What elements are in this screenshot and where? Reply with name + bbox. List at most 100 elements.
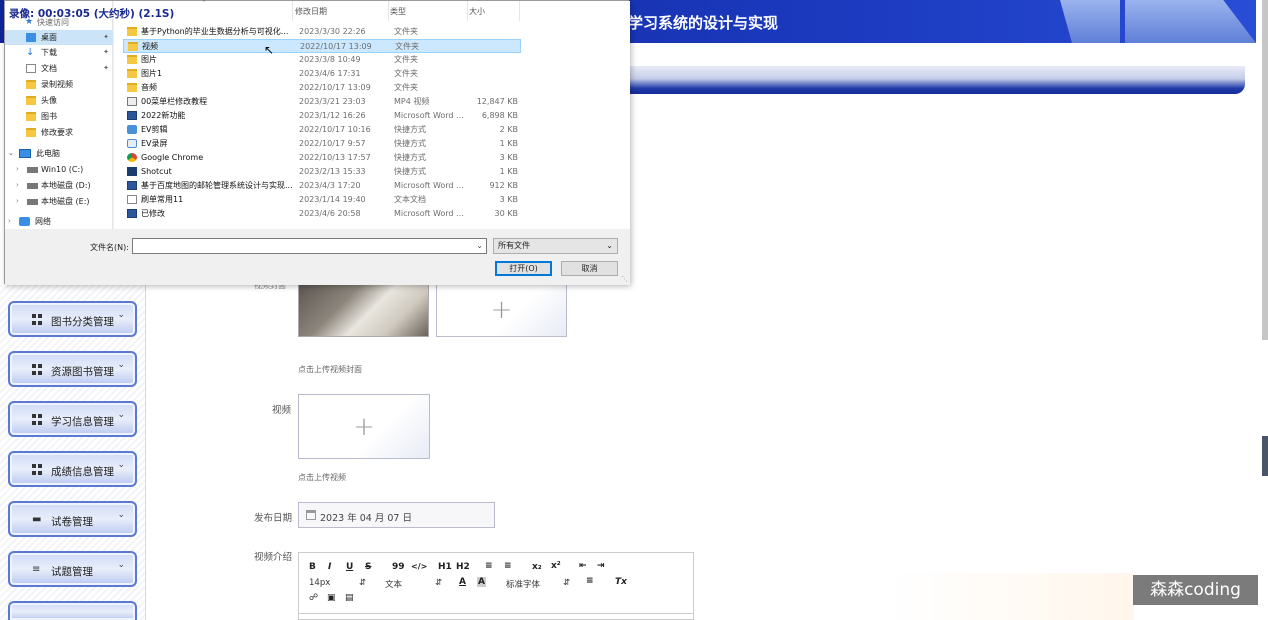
strike-button[interactable]: S (365, 562, 371, 572)
image-icon[interactable]: ▣ (327, 593, 336, 603)
sidebar-item-questions[interactable]: ≡ 试题管理 ⌄ (8, 551, 137, 587)
video-icon[interactable]: ▤ (345, 593, 354, 603)
file-row[interactable]: 00菜单栏修改教程 2023/3/21 23:03 MP4 视频 12,847 … (114, 95, 630, 109)
file-row[interactable]: Shotcut 2023/2/13 15:33 快捷方式 1 KB (114, 165, 630, 179)
cover-upload-box[interactable]: + (436, 282, 567, 337)
indent-increase-icon[interactable]: ⇥ (597, 561, 605, 571)
indent-decrease-icon[interactable]: ⇤ (579, 561, 587, 571)
code-button[interactable]: </> (411, 562, 427, 571)
video-upload-box[interactable]: + (298, 394, 430, 459)
file-row[interactable]: 图片1 2023/4/6 17:31 文件夹 (114, 67, 630, 81)
file-row[interactable]: 刷单常用11 2023/1/14 19:40 文本文档 3 KB (114, 193, 630, 207)
nav-item-books[interactable]: 图书 (5, 109, 113, 124)
file-date: 2022/10/13 17:57 (299, 153, 371, 162)
date-input[interactable]: 2023 年 04 月 07 日 (298, 502, 495, 528)
file-size: 912 KB (489, 181, 518, 190)
chevron-down-icon[interactable]: ⌄ (476, 241, 483, 250)
cover-upload-hint[interactable]: 点击上传视频封面 (298, 364, 362, 375)
page-scrollbar[interactable] (1262, 0, 1268, 340)
nav-network[interactable]: › 网络 (5, 214, 113, 229)
nav-item-downloads[interactable]: ↓ 下载 ✦ (5, 45, 113, 60)
column-date[interactable]: 修改日期 (295, 6, 327, 17)
file-row[interactable]: Google Chrome 2022/10/13 17:57 快捷方式 3 KB (114, 151, 630, 165)
nav-this-pc[interactable]: ⌄ 此电脑 (5, 146, 113, 161)
quote-button[interactable]: 99 (392, 562, 405, 572)
align-icon[interactable]: ≡ (586, 576, 594, 586)
italic-button[interactable]: I (328, 562, 331, 572)
underline-button[interactable]: U (346, 562, 353, 572)
font-color-button[interactable]: A (459, 577, 466, 587)
column-separator[interactable] (388, 1, 389, 21)
open-button[interactable]: 打开(O) (495, 261, 552, 276)
clear-format-button[interactable]: Tx (615, 577, 627, 587)
folder-icon (26, 96, 36, 105)
nav-label: 网络 (35, 217, 51, 226)
text-style-select[interactable]: 文本 (385, 578, 402, 590)
network-icon (19, 217, 30, 226)
file-open-dialog[interactable]: ★ 快速访问 桌面 ✦ ↓ 下载 ✦ 文档 ✦ 录制视频 头像 图书 修改要求 … (4, 0, 630, 285)
nav-label: 桌面 (41, 33, 57, 42)
sidebar-item-partial[interactable] (8, 601, 137, 620)
column-separator[interactable] (467, 1, 468, 21)
file-type: MP4 视频 (394, 97, 430, 106)
sidebar-item-book-category[interactable]: 图书分类管理 ⌄ (8, 301, 137, 337)
nav-label: 头像 (41, 96, 57, 105)
cancel-button[interactable]: 取消 (561, 261, 618, 276)
column-size[interactable]: 大小 (469, 6, 485, 17)
resize-grip-icon[interactable]: ⋱ (621, 275, 628, 283)
bullet-list-icon[interactable]: ≡ (504, 561, 512, 571)
page-title: 学习系统的设计与实现 (628, 14, 779, 32)
font-family-select[interactable]: 标准字体 (506, 578, 540, 590)
file-row[interactable]: EV剪辑 2022/10/17 10:16 快捷方式 2 KB (114, 123, 630, 137)
column-separator[interactable] (292, 1, 293, 21)
file-row[interactable]: 2022新功能 2023/1/12 16:26 Microsoft Word .… (114, 109, 630, 123)
rich-text-editor[interactable]: B I U S 99 </> H1 H2 ≡ ≡ x₂ x² ⇤ ⇥ 14px … (298, 552, 694, 620)
nav-drive-d[interactable]: › 本地磁盘 (D:) (5, 178, 113, 193)
sidebar-item-study-info[interactable]: 学习信息管理 ⌄ (8, 401, 137, 437)
h2-button[interactable]: H2 (456, 562, 470, 572)
sidebar-item-exam-papers[interactable]: ▬ 试卷管理 ⌄ (8, 501, 137, 537)
bold-button[interactable]: B (309, 562, 316, 572)
sidebar-item-resource-books[interactable]: 资源图书管理 ⌄ (8, 351, 137, 387)
file-type-filter[interactable]: 所有文件 ⌄ (493, 238, 618, 254)
subscript-button[interactable]: x₂ (532, 562, 542, 572)
file-row[interactable]: EV录屏 2022/10/17 9:57 快捷方式 1 KB (114, 137, 630, 151)
file-row[interactable]: 音频 2022/10/17 13:09 文件夹 (114, 81, 630, 95)
grid-icon (32, 464, 43, 475)
file-row[interactable]: 基于百度地图的邮轮管理系统设计与实现... 2023/4/3 17:20 Mic… (114, 179, 630, 193)
video-upload-hint[interactable]: 点击上传视频 (298, 472, 346, 483)
sidebar-item-score-info[interactable]: 成绩信息管理 ⌄ (8, 451, 137, 487)
filename-input[interactable]: ⌄ (132, 238, 487, 254)
side-tab[interactable] (1262, 436, 1268, 476)
grid-icon (32, 414, 43, 425)
superscript-button[interactable]: x² (551, 561, 561, 571)
file-row[interactable]: 图片 2023/3/8 10:49 文件夹 (114, 53, 630, 67)
column-separator[interactable] (519, 1, 520, 21)
cover-image[interactable] (298, 282, 429, 337)
file-name: Google Chrome (141, 153, 204, 162)
link-icon[interactable]: ☍ (309, 593, 318, 603)
editor-divider (299, 613, 693, 614)
nav-label: 本地磁盘 (E:) (41, 197, 90, 206)
nav-item-avatar[interactable]: 头像 (5, 93, 113, 108)
folder-icon (127, 69, 137, 78)
h1-button[interactable]: H1 (438, 562, 452, 572)
nav-drive-e[interactable]: › 本地磁盘 (E:) (5, 194, 113, 209)
font-size-select[interactable]: 14px (309, 578, 330, 588)
nav-item-requirements[interactable]: 修改要求 (5, 125, 113, 140)
file-size: 1 KB (499, 167, 518, 176)
file-row[interactable]: 基于Python的毕业生数据分析与可视化... 2023/3/30 22:26 … (114, 25, 630, 39)
column-type[interactable]: 类型 (390, 6, 406, 17)
nav-item-desktop[interactable]: 桌面 ✦ (5, 30, 113, 45)
file-date: 2023/4/6 20:58 (299, 209, 361, 218)
chevron-right-icon: › (16, 165, 19, 173)
file-type: 文件夹 (395, 42, 419, 51)
file-row-selected[interactable]: 视频 2022/10/17 13:09 文件夹 (123, 39, 521, 53)
ordered-list-icon[interactable]: ≡ (485, 561, 493, 571)
nav-item-documents[interactable]: 文档 ✦ (5, 61, 113, 76)
bg-color-button[interactable]: A (477, 577, 486, 587)
file-row[interactable]: 已修改 2023/4/6 20:58 Microsoft Word ... 30… (114, 207, 630, 221)
file-date: 2023/1/14 19:40 (299, 195, 366, 204)
nav-drive-c[interactable]: › Win10 (C:) (5, 162, 113, 177)
nav-item-recordings[interactable]: 录制视频 (5, 77, 113, 92)
